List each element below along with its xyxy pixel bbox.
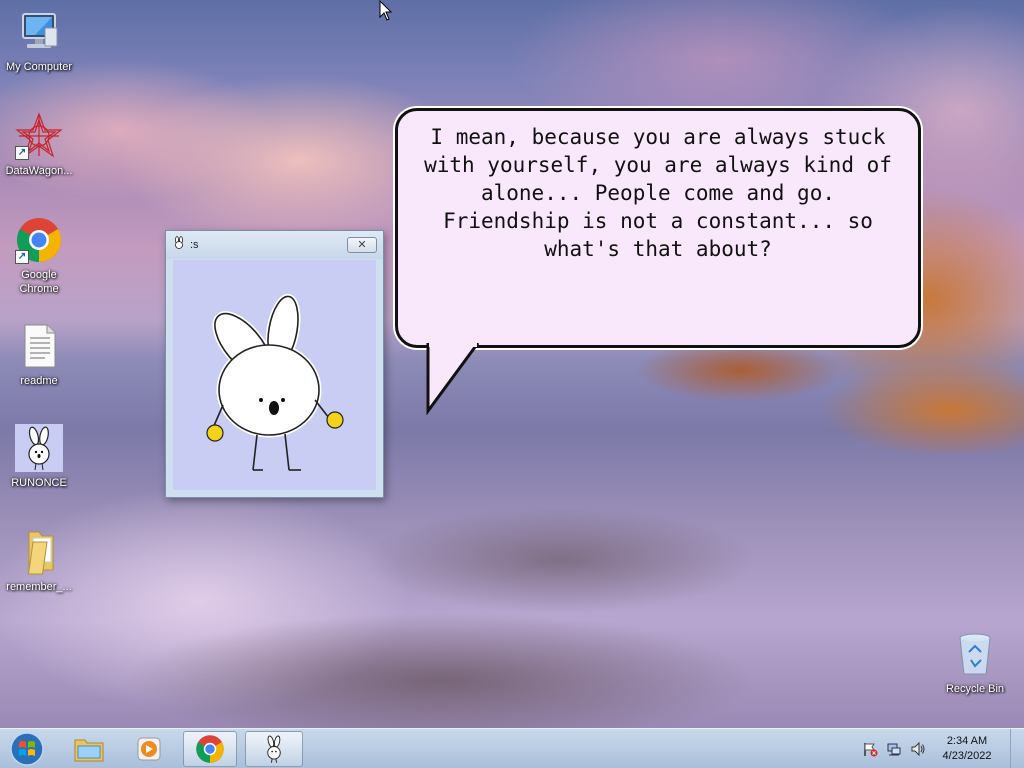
start-button[interactable] (5, 731, 49, 767)
desktop-icon-label: RUNONCE (11, 477, 67, 489)
taskbar-media-player[interactable] (122, 731, 176, 767)
taskbar-file-explorer[interactable] (62, 731, 116, 767)
computer-icon (15, 8, 63, 56)
datawagon-icon: ↗ (15, 112, 63, 160)
speech-bubble-tail (426, 343, 480, 415)
bunny-window-title: :s (190, 239, 199, 251)
clock-time: 2:34 AM (946, 735, 988, 747)
taskbar: 2:34 AM 4/23/2022 (0, 728, 1024, 768)
action-center-flag-icon[interactable] (860, 739, 880, 759)
desktop-icon-label: DataWagon... (5, 165, 73, 177)
desktop-icon-label: Recycle Bin (945, 683, 1005, 695)
desktop-icon-my-computer[interactable]: My Computer (1, 8, 77, 74)
bunny-character (206, 293, 344, 471)
speech-bubble-text: I mean, because you are always stuck wit… (424, 125, 892, 261)
desktop-icon-google-chrome[interactable]: ↗ Google Chrome (1, 216, 77, 296)
mouse-cursor (379, 0, 393, 21)
text-file-icon (15, 322, 63, 370)
clock[interactable]: 2:34 AM 4/23/2022 (930, 734, 1004, 764)
desktop-icon-recycle-bin[interactable]: Recycle Bin (937, 630, 1013, 696)
taskbar-chrome[interactable] (183, 731, 237, 767)
media-player-icon (137, 737, 161, 761)
clock-date: 4/23/2022 (942, 750, 992, 762)
taskbar-bunny-app[interactable] (245, 731, 303, 767)
desktop-icon-label: readme (20, 375, 58, 387)
show-desktop-button[interactable] (1010, 729, 1024, 768)
shortcut-arrow-icon: ↗ (15, 146, 29, 160)
chrome-icon (196, 735, 224, 763)
close-button[interactable]: ✕ (347, 237, 377, 253)
chrome-icon: ↗ (15, 216, 63, 264)
recycle-bin-icon (951, 630, 999, 678)
folder-icon (15, 528, 63, 576)
shortcut-arrow-icon: ↗ (15, 250, 29, 264)
desktop-icon-label: Google Chrome (19, 269, 59, 295)
bunny-icon (267, 735, 281, 763)
system-tray: 2:34 AM 4/23/2022 (858, 729, 1024, 768)
windows-orb-icon (10, 732, 44, 766)
bunny-window-titlebar[interactable]: :s ✕ (166, 231, 383, 259)
network-icon[interactable] (884, 739, 904, 759)
speech-bubble: I mean, because you are always stuck wit… (395, 108, 921, 348)
desktop-icon-remember-folder[interactable]: remember_... (1, 528, 77, 594)
volume-icon[interactable] (908, 739, 928, 759)
desktop-icon-label: My Computer (5, 61, 73, 73)
bunny-icon (15, 424, 63, 472)
bunny-canvas (173, 260, 376, 490)
desktop-icon-label: remember_... (6, 581, 72, 593)
desktop-icon-datawagon[interactable]: ↗ DataWagon... (1, 112, 77, 178)
desktop-icon-readme[interactable]: readme (1, 322, 77, 388)
bunny-small-icon (172, 235, 186, 255)
desktop-icon-runonce[interactable]: RUNONCE (1, 424, 77, 490)
bunny-window[interactable]: :s ✕ (165, 230, 384, 498)
file-explorer-icon (74, 739, 104, 762)
